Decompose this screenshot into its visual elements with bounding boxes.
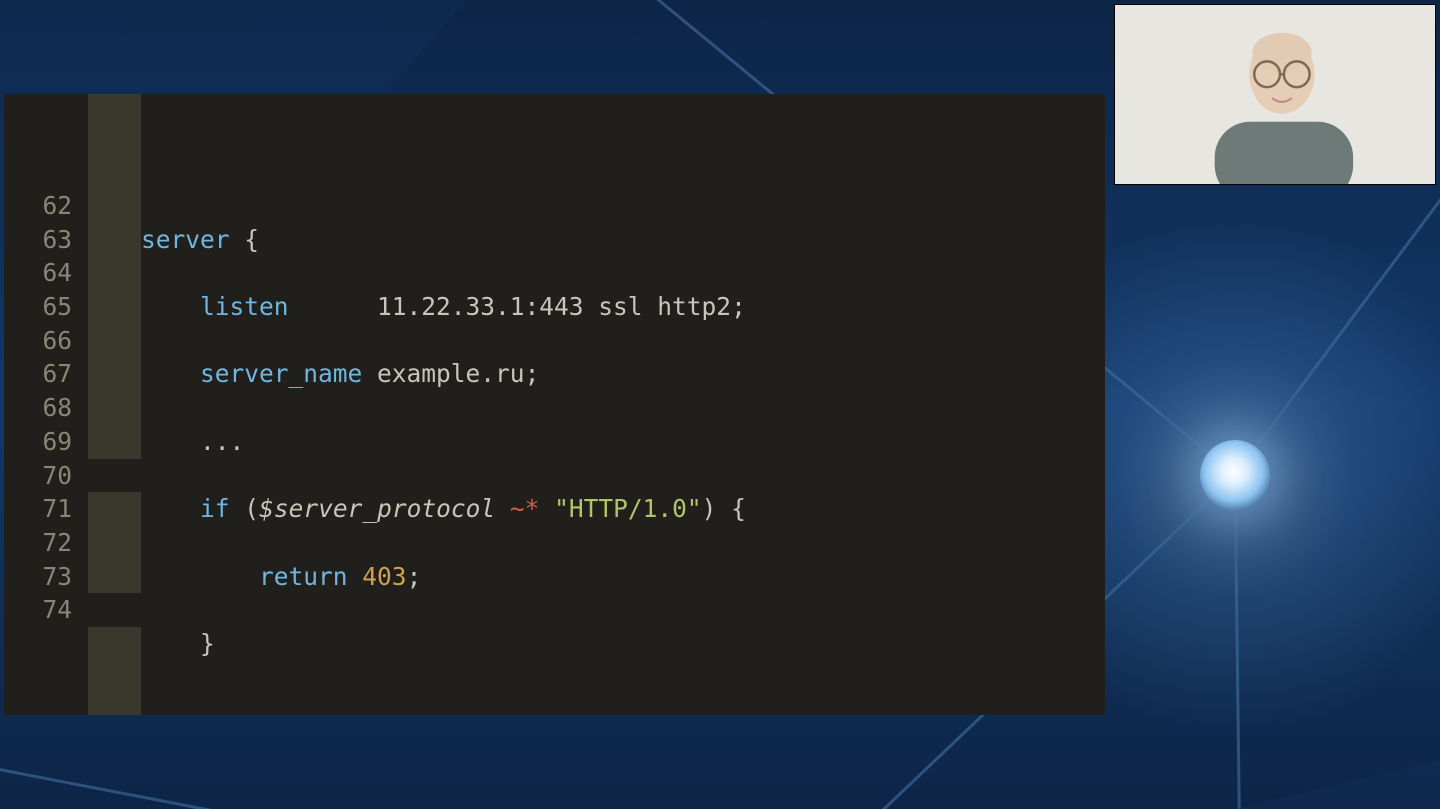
code-line: }: [141, 627, 1105, 661]
presenter-webcam: [1114, 4, 1436, 185]
code-line: listen 11.22.33.1:443 ssl http2;: [141, 290, 1105, 324]
code-line: return 403;: [141, 560, 1105, 594]
avatar-placeholder-icon: [1115, 5, 1435, 184]
line-number: 67: [4, 357, 72, 391]
line-number: 68: [4, 391, 72, 425]
line-number-gutter: 62 63 64 65 66 67 68 69 70 71 72 73 74: [4, 94, 88, 715]
code-line: ...: [141, 425, 1105, 459]
line-number: 62: [4, 189, 72, 223]
code-line: server {: [141, 223, 1105, 257]
line-number: 71: [4, 492, 72, 526]
network-node-glow: [1200, 440, 1270, 510]
code-content[interactable]: server { listen 11.22.33.1:443 ssl http2…: [141, 94, 1105, 715]
line-number: 72: [4, 526, 72, 560]
line-number: 66: [4, 324, 72, 358]
line-number: 64: [4, 256, 72, 290]
line-number: 74: [4, 593, 72, 627]
line-number: 63: [4, 223, 72, 257]
code-line: ...: [141, 694, 1105, 715]
indent-guide-highlight: [88, 94, 141, 715]
line-number: 69: [4, 425, 72, 459]
code-line: if ($server_protocol ~* "HTTP/1.0") {: [141, 492, 1105, 526]
line-number: 65: [4, 290, 72, 324]
code-editor: 62 63 64 65 66 67 68 69 70 71 72 73 74 s…: [4, 94, 1105, 715]
line-number: 73: [4, 560, 72, 594]
code-line: server_name example.ru;: [141, 357, 1105, 391]
line-number: 70: [4, 459, 72, 493]
